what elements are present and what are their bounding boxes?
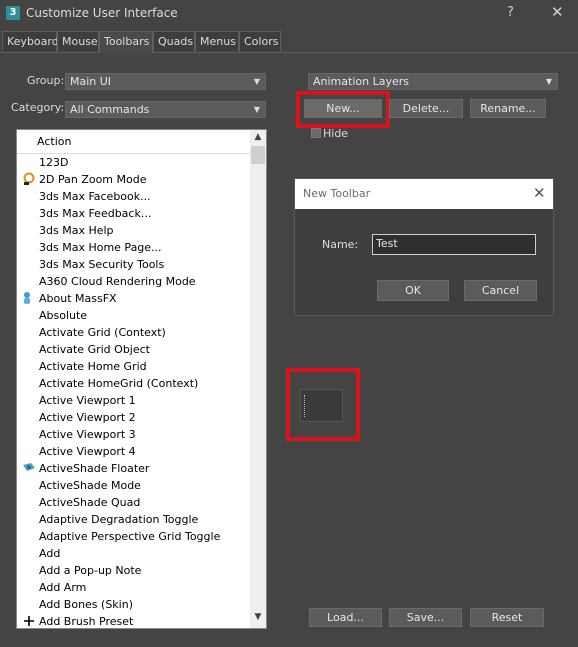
list-item[interactable]: Add Arm	[17, 579, 250, 596]
list-item[interactable]: About MassFX	[17, 290, 250, 307]
list-item[interactable]: Active Viewport 2	[17, 409, 250, 426]
dialog-title: New Toolbar	[303, 187, 371, 200]
delete-button[interactable]: Delete...	[389, 99, 463, 118]
pan-zoom-icon	[22, 172, 36, 186]
list-item[interactable]: ActiveShade Mode	[17, 477, 250, 494]
close-button[interactable]: ✕	[551, 3, 564, 21]
toolbar-dropdown[interactable]: Animation Layers ▼	[308, 73, 558, 90]
cancel-button[interactable]: Cancel	[464, 280, 537, 301]
list-item[interactable]: Add	[17, 545, 250, 562]
scroll-down-icon[interactable]: ▼	[250, 612, 266, 622]
chevron-down-icon: ▼	[253, 77, 260, 86]
app-icon: 3	[6, 6, 20, 20]
reset-button[interactable]: Reset	[470, 608, 544, 627]
action-list[interactable]: Action 123D 2D Pan Zoom Mode 3ds Max Fac…	[16, 129, 267, 629]
ok-button[interactable]: OK	[377, 280, 449, 301]
list-item[interactable]: Activate Grid (Context)	[17, 324, 250, 341]
list-item[interactable]: 3ds Max Feedback...	[17, 205, 250, 222]
group-label: Group:	[27, 74, 65, 87]
scroll-thumb[interactable]	[251, 146, 265, 164]
rename-button[interactable]: Rename...	[470, 99, 546, 118]
toolbar-dropdown-value: Animation Layers	[313, 75, 409, 88]
group-dropdown[interactable]: Main UI ▼	[65, 73, 266, 90]
tab-toolbars[interactable]: Toolbars	[99, 31, 153, 53]
new-button[interactable]: New...	[304, 99, 382, 118]
scroll-up-icon[interactable]: ▲	[250, 132, 266, 142]
list-item[interactable]: 123D	[17, 154, 250, 171]
list-item[interactable]: A360 Cloud Rendering Mode	[17, 273, 250, 290]
dialog-title-bar: New Toolbar ✕	[295, 179, 553, 209]
list-item[interactable]: 3ds Max Facebook...	[17, 188, 250, 205]
list-item[interactable]: Activate HomeGrid (Context)	[17, 375, 250, 392]
chevron-down-icon: ▼	[545, 77, 552, 86]
list-item[interactable]: Active Viewport 3	[17, 426, 250, 443]
hide-label: Hide	[323, 127, 349, 140]
action-list-body: 123D 2D Pan Zoom Mode 3ds Max Facebook..…	[17, 154, 250, 628]
activeshade-icon	[22, 461, 36, 475]
chevron-down-icon: ▼	[253, 105, 260, 114]
new-toolbar-dialog: New Toolbar ✕ Name: Test OK Cancel	[294, 178, 554, 316]
dialog-close-icon[interactable]: ✕	[533, 184, 546, 202]
tab-mouse[interactable]: Mouse	[57, 31, 99, 51]
toolbar-name-input[interactable]: Test	[372, 234, 536, 255]
tab-bar: Keyboard Mouse Toolbars Quads Menus Colo…	[0, 31, 578, 53]
list-item[interactable]: Add Brush Preset	[17, 613, 250, 628]
toolbar-drag-handle[interactable]	[304, 395, 307, 417]
list-item[interactable]: Active Viewport 4	[17, 443, 250, 460]
list-item[interactable]: Absolute	[17, 307, 250, 324]
list-item[interactable]: Activate Grid Object	[17, 341, 250, 358]
category-label: Category:	[11, 101, 65, 114]
list-item[interactable]: Add Bones (Skin)	[17, 596, 250, 613]
list-item[interactable]: 2D Pan Zoom Mode	[17, 171, 250, 188]
list-item[interactable]: ActiveShade Quad	[17, 494, 250, 511]
new-toolbar-preview[interactable]	[300, 389, 343, 422]
title-bar: 3 Customize User Interface ? ✕	[0, 0, 578, 28]
tab-colors[interactable]: Colors	[239, 31, 281, 51]
help-button[interactable]: ?	[507, 5, 514, 20]
list-item[interactable]: 3ds Max Help	[17, 222, 250, 239]
action-column-header[interactable]: Action	[17, 130, 250, 154]
plus-icon	[22, 614, 36, 628]
window-title: Customize User Interface	[26, 6, 178, 20]
category-dropdown[interactable]: All Commands ▼	[65, 101, 266, 118]
load-button[interactable]: Load...	[309, 608, 382, 627]
list-scrollbar[interactable]: ▲ ▼	[250, 130, 266, 628]
list-item[interactable]: Adaptive Degradation Toggle	[17, 511, 250, 528]
hide-checkbox[interactable]	[311, 128, 321, 138]
name-label: Name:	[322, 238, 359, 251]
list-item[interactable]: Active Viewport 1	[17, 392, 250, 409]
tab-keyboard[interactable]: Keyboard	[2, 31, 59, 51]
tab-menus[interactable]: Menus	[195, 31, 239, 51]
group-dropdown-value: Main UI	[70, 75, 112, 88]
list-item[interactable]: ActiveShade Floater	[17, 460, 250, 477]
list-item[interactable]: Add a Pop-up Note	[17, 562, 250, 579]
list-item[interactable]: 3ds Max Home Page...	[17, 239, 250, 256]
list-item[interactable]: Adaptive Perspective Grid Toggle	[17, 528, 250, 545]
list-item[interactable]: 3ds Max Security Tools	[17, 256, 250, 273]
tab-quads[interactable]: Quads	[153, 31, 195, 51]
massfx-icon	[22, 291, 36, 305]
save-button[interactable]: Save...	[389, 608, 462, 627]
category-dropdown-value: All Commands	[70, 103, 150, 116]
list-item[interactable]: Activate Home Grid	[17, 358, 250, 375]
